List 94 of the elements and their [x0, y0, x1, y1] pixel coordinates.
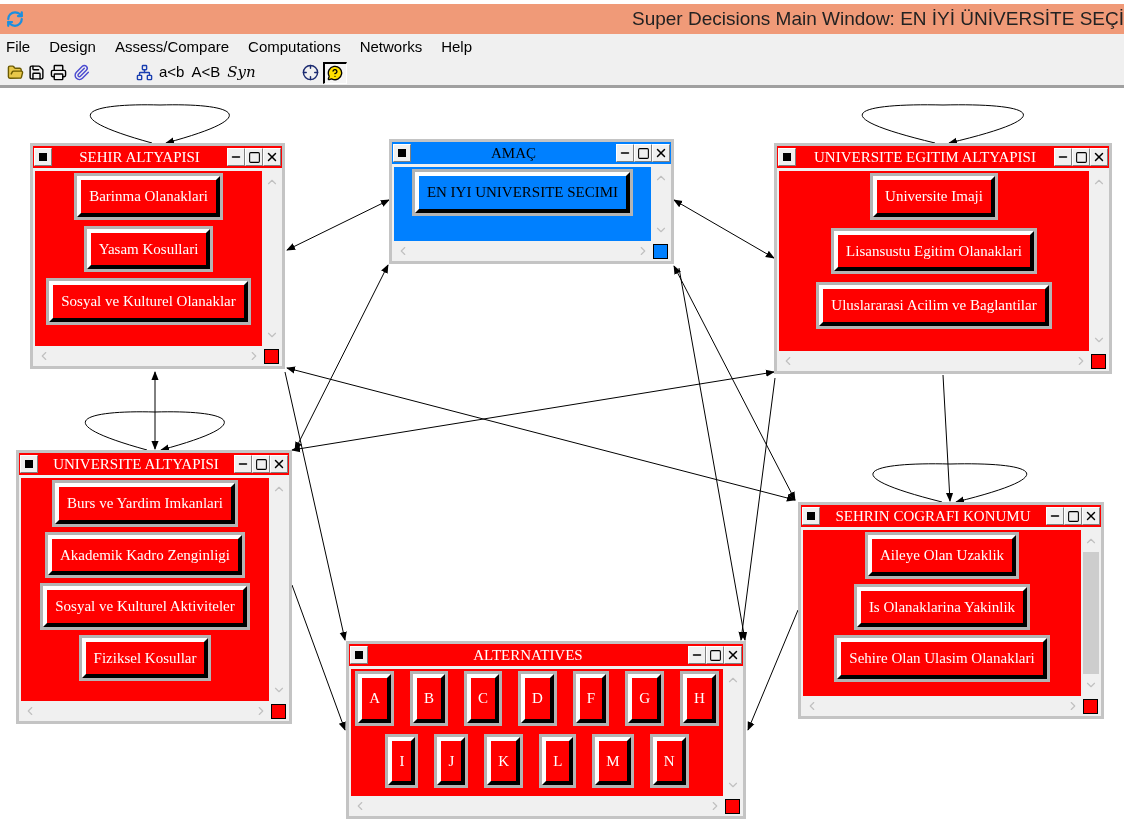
menu-item[interactable]: Assess/Compare: [114, 35, 230, 59]
node-button[interactable]: A: [355, 671, 394, 726]
maximize-button[interactable]: [634, 144, 652, 162]
maximize-button[interactable]: [706, 646, 724, 664]
window-menu-button[interactable]: [393, 144, 411, 162]
square-icon: [807, 512, 815, 520]
maximize-icon: [708, 648, 722, 662]
window-menu-button[interactable]: [350, 646, 368, 664]
node-button[interactable]: Burs ve Yardim Imkanlari: [52, 480, 238, 527]
close-button[interactable]: [652, 144, 670, 162]
minimize-button[interactable]: [688, 646, 706, 664]
minimize-button[interactable]: [1054, 148, 1072, 166]
maximize-button[interactable]: [252, 455, 270, 473]
close-button[interactable]: [1082, 507, 1100, 525]
square-icon: [783, 153, 791, 161]
cluster-title: UNIVERSITE EGITIM ALTYAPISI: [813, 147, 1037, 167]
square-icon: [25, 460, 33, 468]
minimize-button[interactable]: [227, 148, 245, 166]
node-button[interactable]: K: [484, 733, 524, 788]
close-button[interactable]: [270, 455, 288, 473]
menu-item[interactable]: Networks: [359, 35, 423, 59]
node-button[interactable]: G: [625, 671, 665, 726]
maximize-button[interactable]: [245, 148, 263, 166]
close-icon: [272, 457, 286, 471]
minimize-button[interactable]: [234, 455, 252, 473]
menu-item[interactable]: Design: [49, 35, 96, 59]
corner-square: [653, 243, 668, 259]
node-button[interactable]: Aileye Olan Uzaklik: [864, 532, 1020, 579]
window-menu-button[interactable]: [34, 148, 52, 166]
close-icon: [726, 648, 740, 662]
square-icon: [39, 153, 47, 161]
maximize-icon: [1074, 150, 1088, 164]
node-button[interactable]: D: [518, 671, 557, 726]
maximize-icon: [247, 150, 261, 164]
minimize-button[interactable]: [1046, 507, 1064, 525]
close-button[interactable]: [263, 148, 281, 166]
node-button[interactable]: Yasam Kosullari: [83, 225, 214, 272]
node-button[interactable]: Is Olanaklarina Yakinlik: [853, 583, 1031, 630]
corner-square: [725, 798, 740, 814]
node-button[interactable]: Sosyal ve Kulturel Aktiviteler: [40, 583, 250, 630]
node-button[interactable]: J: [434, 733, 469, 788]
node-button[interactable]: H: [680, 671, 719, 726]
node-button[interactable]: EN IYI UNIVERSITE SECIMI: [411, 169, 634, 216]
node-button[interactable]: M: [592, 733, 634, 788]
close-icon: [265, 150, 279, 164]
node-button[interactable]: Lisansustu Egitim Olanaklari: [831, 227, 1037, 274]
cluster-title: SEHRIN COGRAFI KONUMU: [834, 506, 1032, 526]
menu-item[interactable]: File: [6, 35, 31, 59]
corner-square: [1091, 353, 1106, 369]
window-menu-button[interactable]: [802, 507, 820, 525]
corner-square: [271, 703, 286, 719]
toolbar-text-button[interactable]: a<b: [156, 61, 188, 84]
toolbar-text-button[interactable]: A<B: [188, 61, 224, 84]
close-icon: [1084, 509, 1098, 523]
node-button[interactable]: Sehire Olan Ulasim Olanaklari: [834, 635, 1050, 682]
close-icon: [1092, 150, 1106, 164]
toolbar-text-button[interactable]: Syn: [224, 61, 259, 84]
node-button[interactable]: L: [539, 733, 577, 788]
cluster-title: UNIVERSITE ALTYAPISI: [52, 454, 220, 474]
corner-square: [1083, 698, 1098, 714]
close-button[interactable]: [1090, 148, 1108, 166]
maximize-icon: [1066, 509, 1080, 523]
node-button[interactable]: B: [409, 671, 448, 726]
node-button[interactable]: Uluslararasi Acilim ve Baglantilar: [816, 282, 1052, 329]
node-button[interactable]: N: [649, 733, 689, 788]
minimize-button[interactable]: [616, 144, 634, 162]
maximize-button[interactable]: [1072, 148, 1090, 166]
maximize-icon: [254, 457, 268, 471]
cluster-title: SEHIR ALTYAPISI: [78, 147, 201, 167]
node-button[interactable]: Akademik Kadro Zenginligi: [45, 531, 245, 578]
maximize-icon: [636, 146, 650, 160]
maximize-button[interactable]: [1064, 507, 1082, 525]
node-button[interactable]: F: [572, 671, 610, 726]
square-icon: [398, 149, 406, 157]
corner-square: [264, 348, 279, 364]
cluster-title: AMAÇ: [490, 143, 537, 163]
cluster-title: ALTERNATIVES: [472, 645, 584, 665]
window-menu-button[interactable]: [778, 148, 796, 166]
app-icon: [6, 10, 24, 28]
node-button[interactable]: I: [385, 733, 419, 788]
node-button[interactable]: Fiziksel Kosullar: [78, 634, 212, 681]
scrollbar-thumb[interactable]: [1083, 552, 1099, 674]
window-title: Super Decisions Main Window: EN İYİ ÜNİVERSİTE SEÇİ: [631, 6, 1124, 31]
square-icon: [355, 651, 363, 659]
menu-item[interactable]: Help: [441, 35, 473, 59]
close-button[interactable]: [724, 646, 742, 664]
close-icon: [654, 146, 668, 160]
help-button[interactable]: [322, 61, 347, 84]
window-menu-button[interactable]: [20, 455, 38, 473]
node-button[interactable]: Universite Imaji: [870, 173, 998, 220]
menu-item[interactable]: Computations: [248, 35, 341, 59]
node-button[interactable]: Sosyal ve Kulturel Olanaklar: [46, 278, 251, 325]
node-button[interactable]: Barinma Olanaklari: [74, 173, 223, 220]
node-button[interactable]: C: [464, 671, 502, 726]
